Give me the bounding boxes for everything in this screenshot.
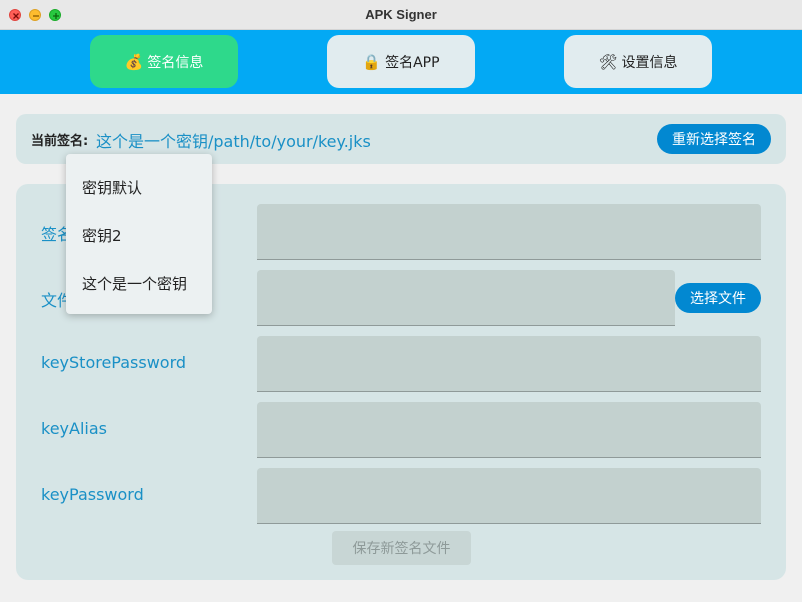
tab-label: 签名信息 xyxy=(147,54,204,71)
signature-dropdown-menu: 密钥默认 密钥2 这个是一个密钥 xyxy=(66,154,212,314)
money-bag-icon: 💰 xyxy=(124,52,144,71)
tab-signature-info[interactable]: 💰 签名信息 xyxy=(90,35,238,88)
tab-label: 签名APP xyxy=(385,54,440,71)
reselect-signature-button[interactable]: 重新选择签名 xyxy=(657,124,771,154)
top-nav-bar: 💰 签名信息 🔒 签名APP 🛠 设置信息 xyxy=(0,30,802,94)
lock-icon: 🔒 xyxy=(362,52,382,71)
dropdown-item[interactable]: 密钥默认 xyxy=(82,177,142,198)
field-label-keystore-password: keyStorePassword xyxy=(41,353,187,372)
keystore-password-input[interactable] xyxy=(257,336,761,392)
current-signature-label: 当前签名: xyxy=(31,134,89,149)
tab-sign-app[interactable]: 🔒 签名APP xyxy=(327,35,475,88)
key-password-input[interactable] xyxy=(257,468,761,524)
field-label-key-password: keyPassword xyxy=(41,485,144,504)
tools-icon: 🛠 xyxy=(598,52,618,71)
key-alias-input[interactable] xyxy=(257,402,761,458)
signature-name-input[interactable] xyxy=(257,204,761,260)
file-path-input[interactable] xyxy=(257,270,675,326)
current-signature-value: 这个是一个密钥/path/to/your/key.jks xyxy=(96,132,371,151)
field-label-key-alias: keyAlias xyxy=(41,419,107,438)
dropdown-item[interactable]: 这个是一个密钥 xyxy=(82,273,187,294)
window-titlebar: APK Signer xyxy=(0,0,802,30)
window-title: APK Signer xyxy=(365,7,437,22)
dropdown-item[interactable]: 密钥2 xyxy=(82,225,122,246)
tab-settings[interactable]: 🛠 设置信息 xyxy=(564,35,712,88)
tab-label: 设置信息 xyxy=(621,54,678,71)
choose-file-button[interactable]: 选择文件 xyxy=(675,283,761,313)
save-signature-button[interactable]: 保存新签名文件 xyxy=(332,531,471,565)
